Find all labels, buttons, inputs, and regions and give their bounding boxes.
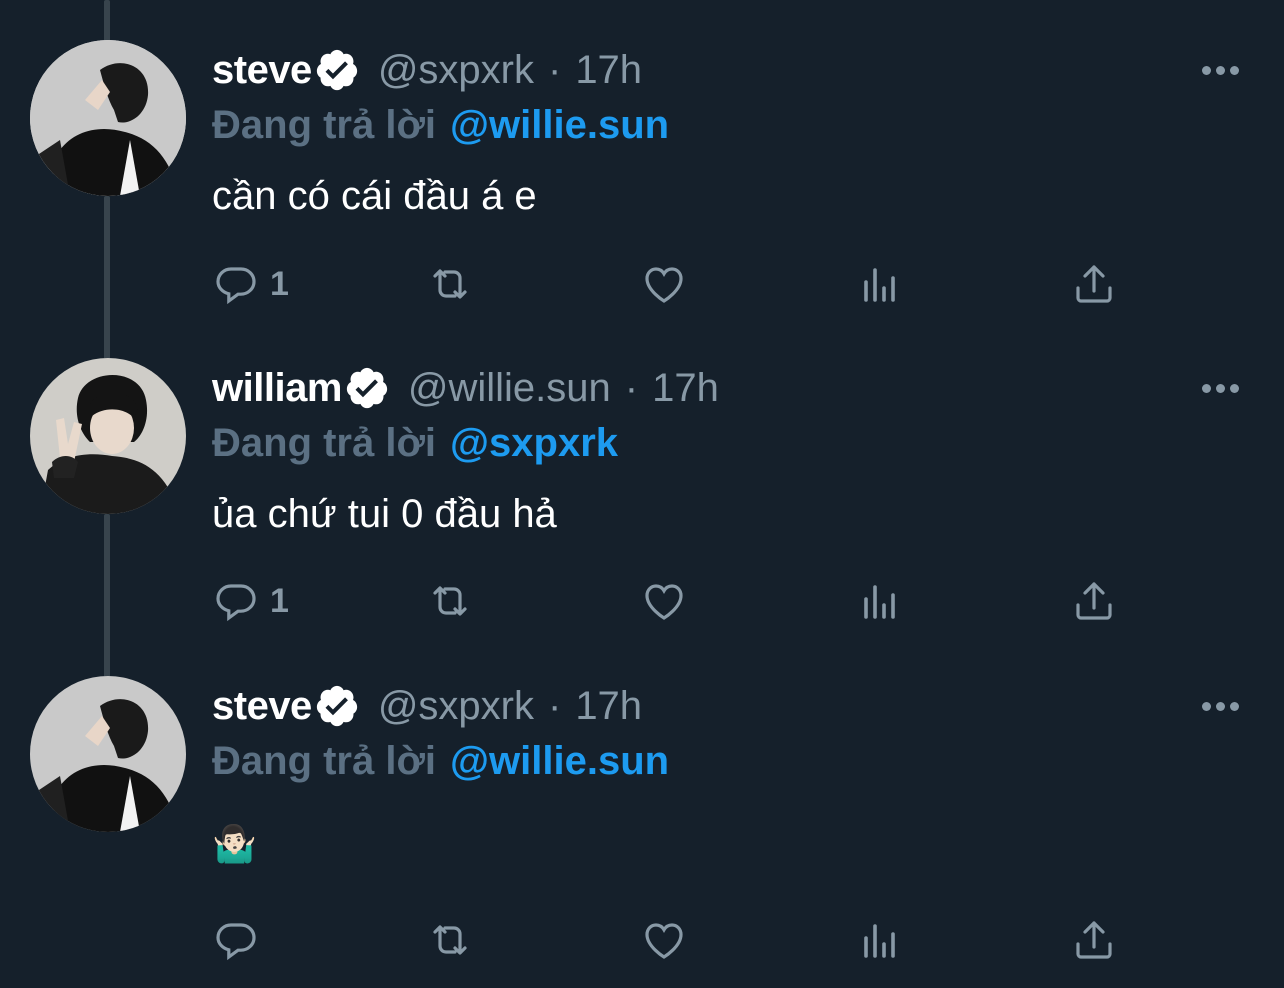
verified-badge-icon <box>344 365 390 411</box>
tweet-actions: 1 <box>0 573 1284 629</box>
reply-icon <box>216 584 256 622</box>
reply-button[interactable]: 1 <box>212 256 289 312</box>
analytics-icon <box>864 585 895 619</box>
retweet-button[interactable] <box>426 256 474 312</box>
replying-to: Đang trả lời @sxpxrk <box>212 416 618 470</box>
like-button[interactable] <box>640 256 688 312</box>
reply-button[interactable] <box>212 912 270 968</box>
analytics-button[interactable] <box>856 573 904 629</box>
separator-dot: · <box>624 366 639 410</box>
replying-to-label: Đang trả lời <box>212 739 437 783</box>
tweet-actions <box>0 912 1284 968</box>
tweet[interactable]: steve @sxpxrk · 17h Đang trả lời @willie.… <box>0 676 1284 976</box>
reply-count: 1 <box>270 264 289 303</box>
like-button[interactable] <box>640 912 688 968</box>
avatar-steve-image <box>30 40 186 196</box>
reply-mention-link[interactable]: @sxpxrk <box>450 421 618 465</box>
more-icon[interactable] <box>1196 58 1244 82</box>
like-button[interactable] <box>640 573 688 629</box>
avatar[interactable] <box>30 358 186 514</box>
user-handle[interactable]: @sxpxrk <box>378 46 534 94</box>
share-button[interactable] <box>1070 912 1118 968</box>
display-name[interactable]: steve <box>212 46 312 94</box>
tweet-text: ủa chứ tui 0 đầu hả <box>212 492 557 536</box>
retweet-button[interactable] <box>426 573 474 629</box>
share-icon <box>1076 582 1112 620</box>
avatar[interactable] <box>30 40 186 196</box>
replying-to: Đang trả lời @willie.sun <box>212 98 669 152</box>
reply-mention-link[interactable]: @willie.sun <box>450 739 669 783</box>
analytics-button[interactable] <box>856 912 904 968</box>
tweet-text: 🤷🏻‍♂️ <box>212 823 257 864</box>
thread-line <box>104 0 110 42</box>
replying-to-label: Đang trả lời <box>212 103 437 147</box>
reply-button[interactable]: 1 <box>212 573 289 629</box>
avatar-william-image <box>30 358 186 514</box>
replying-to: Đang trả lời @willie.sun <box>212 734 669 788</box>
reply-mention-link[interactable]: @willie.sun <box>450 103 669 147</box>
more-icon[interactable] <box>1196 376 1244 400</box>
separator-dot: · <box>547 684 562 728</box>
verified-badge-icon <box>314 683 360 729</box>
analytics-icon <box>864 268 895 302</box>
replying-to-label: Đang trả lời <box>212 421 437 465</box>
tweet[interactable]: steve @sxpxrk · 17h Đang trả lời @willie.… <box>0 40 1284 330</box>
tweet[interactable]: william @willie.sun · 17h Đang trả lời @s… <box>0 358 1284 648</box>
share-button[interactable] <box>1070 256 1118 312</box>
timestamp[interactable]: 17h <box>575 46 642 94</box>
more-icon[interactable] <box>1196 694 1244 718</box>
avatar-steve-image <box>30 676 186 832</box>
tweet-actions: 1 <box>0 256 1284 312</box>
reply-icon <box>216 923 256 961</box>
heart-icon <box>645 267 683 303</box>
user-handle[interactable]: @sxpxrk <box>378 682 534 730</box>
timestamp[interactable]: 17h <box>575 682 642 730</box>
reply-icon <box>216 267 256 305</box>
share-button[interactable] <box>1070 573 1118 629</box>
heart-icon <box>645 923 683 959</box>
analytics-icon <box>864 924 895 958</box>
timestamp[interactable]: 17h <box>652 364 719 412</box>
separator-dot: · <box>547 48 562 92</box>
display-name[interactable]: steve <box>212 682 312 730</box>
share-icon <box>1076 265 1112 303</box>
retweet-icon <box>433 925 467 955</box>
share-icon <box>1076 921 1112 959</box>
retweet-icon <box>433 269 467 299</box>
retweet-button[interactable] <box>426 912 474 968</box>
heart-icon <box>645 584 683 620</box>
analytics-button[interactable] <box>856 256 904 312</box>
verified-badge-icon <box>314 47 360 93</box>
retweet-icon <box>433 586 467 616</box>
reply-count: 1 <box>270 581 289 620</box>
display-name[interactable]: william <box>212 364 342 412</box>
user-handle[interactable]: @willie.sun <box>408 364 611 412</box>
avatar[interactable] <box>30 676 186 832</box>
tweet-text: cần có cái đầu á e <box>212 174 537 218</box>
